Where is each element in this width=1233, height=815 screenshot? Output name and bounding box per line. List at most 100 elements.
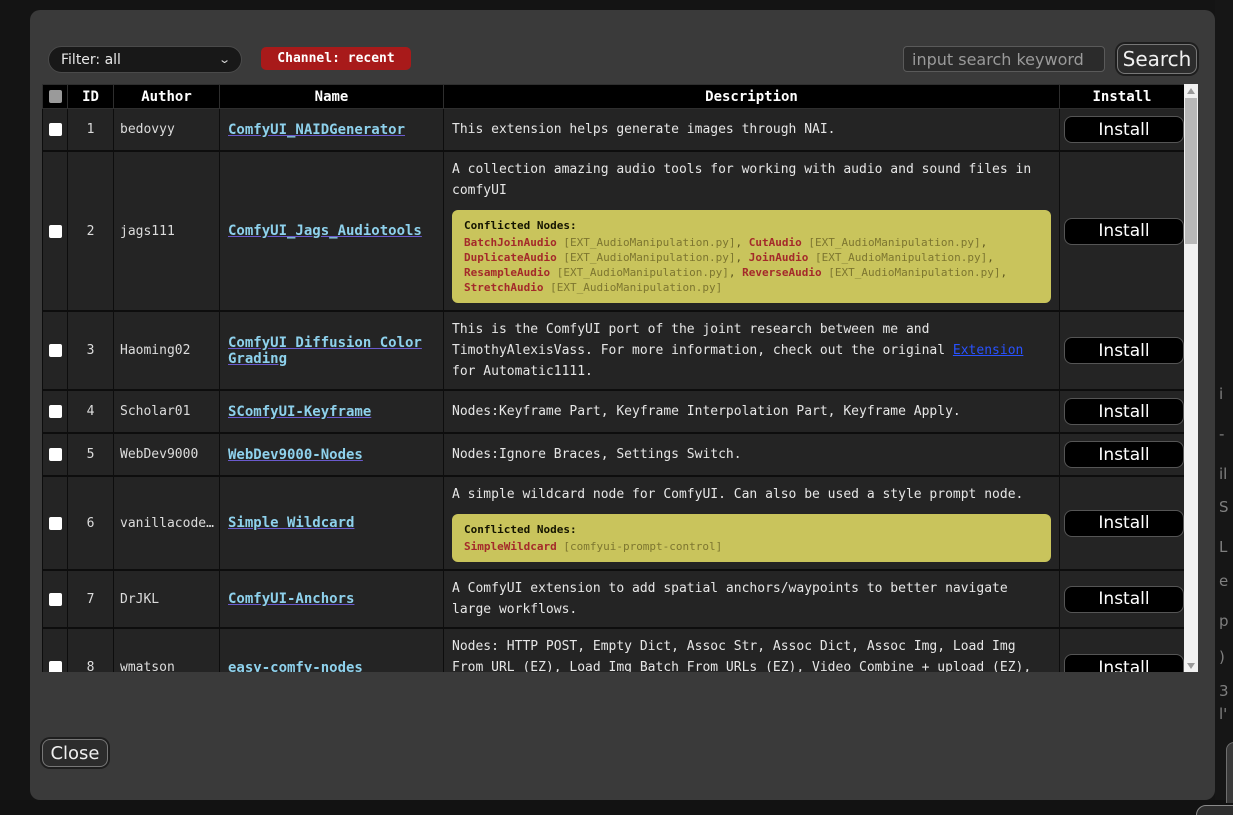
description-link[interactable]: Extension xyxy=(953,343,1023,358)
conflict-node-ext: [EXT_AudioManipulation.py] xyxy=(550,266,729,279)
table-scrollbar[interactable] xyxy=(1184,84,1198,672)
table-row: 7DrJKLComfyUI-AnchorsA ComfyUI extension… xyxy=(43,570,1185,628)
row-install-cell: Install xyxy=(1060,570,1185,628)
row-id: 6 xyxy=(68,476,114,570)
row-name-cell: ComfyUI Diffusion Color Grading xyxy=(220,311,444,390)
conflict-node-name: StretchAudio xyxy=(464,281,543,294)
table-row: 5WebDev9000WebDev9000-NodesNodes:Ignore … xyxy=(43,433,1185,476)
filter-select[interactable]: Filter: all ⌄ xyxy=(48,46,242,73)
extension-link[interactable]: WebDev9000-Nodes xyxy=(228,447,363,463)
extension-link[interactable]: ComfyUI Diffusion Color Grading xyxy=(228,335,422,367)
background-dialog-edge xyxy=(1226,742,1233,803)
extension-link[interactable]: SComfyUI-Keyframe xyxy=(228,404,371,420)
page-background: Filter: all ⌄ Channel: recent Search ID … xyxy=(0,0,1233,815)
row-checkbox[interactable] xyxy=(49,661,62,672)
row-name-cell: ComfyUI_Jags_Audiotools xyxy=(220,151,444,311)
row-checkbox[interactable] xyxy=(49,448,62,461)
extension-link[interactable]: ComfyUI_NAIDGenerator xyxy=(228,122,405,138)
extension-link[interactable]: ComfyUI-Anchors xyxy=(228,591,354,607)
bottom-background-strip xyxy=(0,800,1233,815)
conflict-node-ext: [EXT_AudioManipulation.py] xyxy=(557,236,736,249)
scrollbar-thumb[interactable] xyxy=(1185,98,1197,244)
install-button[interactable]: Install xyxy=(1064,510,1184,537)
search-button[interactable]: Search xyxy=(1117,44,1197,74)
header-install: Install xyxy=(1060,85,1185,109)
extension-link[interactable]: ComfyUI_Jags_Audiotools xyxy=(228,223,422,239)
install-button[interactable]: Install xyxy=(1064,441,1184,468)
row-install-cell: Install xyxy=(1060,390,1185,433)
close-button[interactable]: Close xyxy=(42,739,108,767)
select-all-checkbox[interactable] xyxy=(49,90,62,103)
select-all-header[interactable] xyxy=(43,85,68,109)
header-description: Description xyxy=(444,85,1060,109)
row-id: 3 xyxy=(68,311,114,390)
table-row: 6vanillacode…Simple WildcardA simple wil… xyxy=(43,476,1185,570)
extensions-table: ID Author Name Description Install 1bedo… xyxy=(42,84,1185,672)
install-button[interactable]: Install xyxy=(1064,116,1184,143)
row-checkbox[interactable] xyxy=(49,405,62,418)
row-select-cell[interactable] xyxy=(43,109,68,152)
row-id: 4 xyxy=(68,390,114,433)
channel-badge[interactable]: Channel: recent xyxy=(261,47,411,70)
table-row: 4Scholar01 SComfyUI-Keyframe Nodes:Keyfram… xyxy=(43,390,1185,433)
background-menu-sliver: i - il S L e p ) 3 l' xyxy=(1215,0,1233,815)
conflict-separator: , xyxy=(736,236,749,249)
row-description: This extension helps generate images thr… xyxy=(444,109,1060,152)
row-author: Scholar01 xyxy=(114,390,220,433)
row-author: bedovyy xyxy=(114,109,220,152)
row-author: wmatson xyxy=(114,628,220,672)
table-header-row: ID Author Name Description Install xyxy=(43,85,1185,109)
row-checkbox[interactable] xyxy=(49,123,62,136)
conflict-node-ext: [EXT_AudioManipulation.py] xyxy=(822,266,1001,279)
row-select-cell[interactable] xyxy=(43,433,68,476)
row-select-cell[interactable] xyxy=(43,570,68,628)
row-select-cell[interactable] xyxy=(43,390,68,433)
conflict-node-ext: [EXT_AudioManipulation.py] xyxy=(802,236,981,249)
row-select-cell[interactable] xyxy=(43,311,68,390)
row-id: 5 xyxy=(68,433,114,476)
conflict-node-name: ResampleAudio xyxy=(464,266,550,279)
row-author: jags111 xyxy=(114,151,220,311)
row-checkbox[interactable] xyxy=(49,593,62,606)
install-button[interactable]: Install xyxy=(1064,586,1184,613)
conflict-separator: , xyxy=(729,266,742,279)
row-id: 2 xyxy=(68,151,114,311)
conflict-node-name: SimpleWildcard xyxy=(464,540,557,553)
row-select-cell[interactable] xyxy=(43,151,68,311)
header-author: Author xyxy=(114,85,220,109)
row-select-cell[interactable] xyxy=(43,628,68,672)
install-button[interactable]: Install xyxy=(1064,398,1184,425)
search-input[interactable] xyxy=(903,46,1105,72)
install-button[interactable]: Install xyxy=(1064,654,1184,672)
row-id: 8 xyxy=(68,628,114,672)
conflict-node-name: ReverseAudio xyxy=(742,266,821,279)
table-row: 8wmatsoneasy-comfy-nodesNodes: HTTP POST… xyxy=(43,628,1185,672)
row-description: Nodes:Keyframe Part, Keyframe Interpolat… xyxy=(444,390,1060,433)
row-checkbox[interactable] xyxy=(49,517,62,530)
extension-link[interactable]: easy-comfy-nodes xyxy=(228,660,363,673)
row-checkbox[interactable] xyxy=(49,225,62,238)
row-author: vanillacode… xyxy=(114,476,220,570)
row-id: 1 xyxy=(68,109,114,152)
row-select-cell[interactable] xyxy=(43,476,68,570)
row-install-cell: Install xyxy=(1060,476,1185,570)
conflict-node-name: CutAudio xyxy=(749,236,802,249)
conflict-node-name: JoinAudio xyxy=(749,251,809,264)
row-name-cell: SComfyUI-Keyframe xyxy=(220,390,444,433)
table-row: 2jags111ComfyUI_Jags_AudiotoolsA collect… xyxy=(43,151,1185,311)
install-button[interactable]: Install xyxy=(1064,337,1184,364)
scrollbar-up-arrow-icon[interactable] xyxy=(1184,84,1198,97)
conflict-box: Conflicted Nodes:SimpleWildcard [comfyui… xyxy=(452,514,1051,562)
extension-link[interactable]: Simple Wildcard xyxy=(228,515,354,531)
row-id: 7 xyxy=(68,570,114,628)
install-button[interactable]: Install xyxy=(1064,218,1184,245)
row-name-cell: Simple Wildcard xyxy=(220,476,444,570)
row-install-cell: Install xyxy=(1060,628,1185,672)
row-description: This is the ComfyUI port of the joint re… xyxy=(444,311,1060,390)
row-checkbox[interactable] xyxy=(49,344,62,357)
scrollbar-down-arrow-icon[interactable] xyxy=(1184,659,1198,672)
header-name: Name xyxy=(220,85,444,109)
conflict-box: Conflicted Nodes:BatchJoinAudio [EXT_Aud… xyxy=(452,210,1051,303)
extensions-table-wrap: ID Author Name Description Install 1bedo… xyxy=(42,84,1198,672)
row-author: DrJKL xyxy=(114,570,220,628)
